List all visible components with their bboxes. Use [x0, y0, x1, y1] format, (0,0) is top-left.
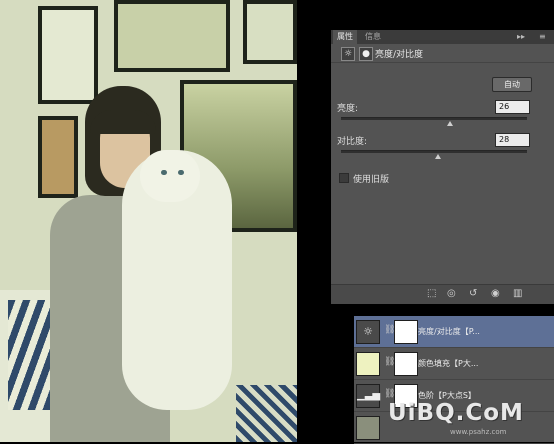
watermark-url: www.psahz.com: [450, 428, 507, 436]
levels-histogram-icon: ▁▃▅: [356, 384, 380, 408]
properties-panel: 属性 信息 ▸▸ ≡ ☼ ● 亮度/对比度 自动 亮度: 26 对比度: 28 …: [331, 30, 554, 304]
clip-to-layer-icon[interactable]: ⬚: [427, 288, 436, 299]
contrast-input[interactable]: 28: [495, 133, 530, 147]
use-legacy-label: 使用旧版: [353, 175, 390, 185]
view-previous-icon[interactable]: ◎: [447, 288, 456, 299]
wall-frame-top: [114, 0, 230, 72]
contrast-slider-thumb[interactable]: [434, 154, 441, 159]
color-fill-swatch: [356, 352, 380, 376]
tab-properties[interactable]: 属性: [333, 30, 357, 44]
auto-button[interactable]: 自动: [492, 77, 532, 92]
contrast-label: 对比度:: [337, 137, 368, 147]
brightness-contrast-icon: ☼: [356, 320, 380, 344]
cat-eye: [161, 170, 167, 175]
layer-row[interactable]: ⛓ 颜色填充【P大...: [354, 348, 554, 380]
tab-info[interactable]: 信息: [361, 30, 385, 44]
use-legacy-checkbox[interactable]: [339, 173, 349, 183]
adjustment-header: ☼ ● 亮度/对比度: [331, 44, 554, 63]
sun-icon: ☼: [341, 47, 355, 61]
watermark-logo: UiBQ.CoM: [388, 400, 524, 426]
layer-row[interactable]: ☼ ⛓ 亮度/对比度【P...: [354, 316, 554, 348]
cat-head: [140, 150, 200, 202]
layer-mask-thumbnail[interactable]: [394, 320, 418, 344]
trash-icon[interactable]: ▥: [513, 288, 522, 299]
cat-eye: [178, 170, 184, 175]
contrast-slider-track[interactable]: [341, 150, 527, 153]
mask-icon[interactable]: ●: [359, 47, 373, 61]
patterned-pillow: [236, 385, 297, 442]
brightness-label: 亮度:: [337, 104, 359, 114]
panel-menu-icon[interactable]: ≡: [539, 32, 546, 41]
photo-layer-thumbnail: [356, 416, 380, 440]
double-chevron-icon[interactable]: ▸▸: [517, 32, 525, 41]
panel-footer: ⬚ ◎ ↺ ◉ ▥: [331, 284, 554, 304]
brightness-input[interactable]: 26: [495, 100, 530, 114]
wall-frame-small: [38, 116, 78, 198]
layer-name[interactable]: 颜色填充【P大...: [418, 358, 478, 369]
panel-tabs: 属性 信息 ▸▸ ≡: [331, 30, 554, 44]
adjustment-title: 亮度/对比度: [375, 50, 424, 60]
photo-canvas: [0, 0, 297, 442]
reset-icon[interactable]: ↺: [469, 288, 477, 299]
visibility-eye-icon[interactable]: ◉: [491, 288, 500, 299]
layer-name[interactable]: 亮度/对比度【P...: [418, 326, 480, 337]
layer-mask-thumbnail[interactable]: [394, 352, 418, 376]
brightness-slider-track[interactable]: [341, 117, 527, 120]
girl-bangs: [90, 110, 156, 134]
wall-frame-top-right: [243, 0, 297, 64]
brightness-slider-thumb[interactable]: [447, 121, 454, 126]
wall-frame-left: [38, 6, 98, 104]
